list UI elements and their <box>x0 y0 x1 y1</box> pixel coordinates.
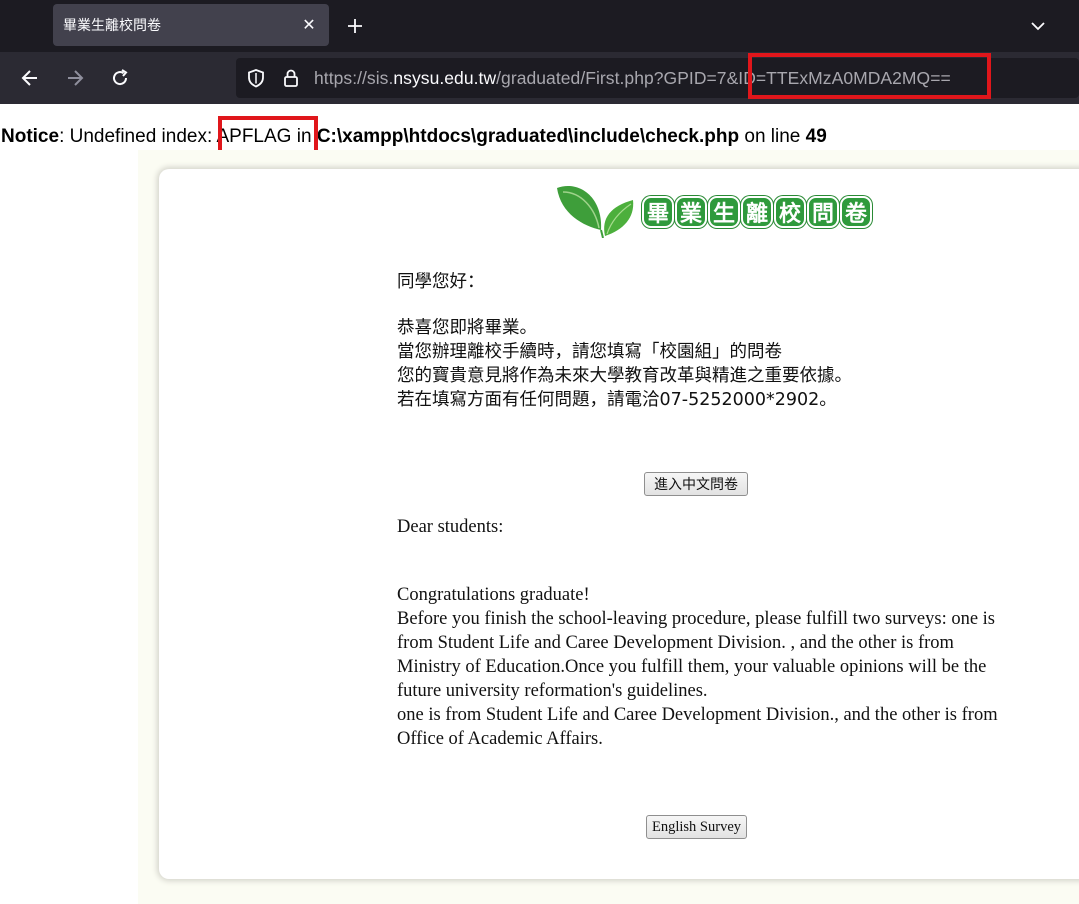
tab-title: 畢業生離校問卷 <box>63 17 161 33</box>
arrow-right-icon <box>68 70 84 86</box>
notice-path: C:\xampp\htdocs\graduated\include\check.… <box>316 126 740 147</box>
notice-line-number: 49 <box>805 126 827 147</box>
new-tab-button[interactable] <box>341 12 369 40</box>
tab-bar: 畢業生離校問卷 ✕ <box>0 0 1079 52</box>
browser-tab[interactable]: 畢業生離校問卷 ✕ <box>53 4 329 46</box>
logo-char: 畢 <box>642 196 674 228</box>
english-line: Congratulations graduate! <box>397 585 590 605</box>
chinese-greeting: 同學您好： <box>397 272 485 292</box>
plus-icon <box>348 19 362 33</box>
chevron-down-icon <box>1031 22 1045 31</box>
logo-char: 離 <box>741 196 773 228</box>
chinese-line: 若在填寫方面有任何問題，請電洽07-5252000*2902。 <box>397 390 837 410</box>
list-all-tabs-button[interactable] <box>1024 12 1052 40</box>
logo-title: 畢 業 生 離 校 問 卷 <box>642 196 872 228</box>
logo-char: 卷 <box>840 196 872 228</box>
url-host: nsysu.edu.tw <box>393 68 497 88</box>
english-line: Office of Academic Affairs. <box>397 729 603 749</box>
english-line: from Student Life and Caree Development … <box>397 633 954 653</box>
chinese-survey-button[interactable]: 進入中文問卷 <box>644 472 748 496</box>
english-line: one is from Student Life and Caree Devel… <box>397 705 998 725</box>
chinese-line: 當您辦理離校手續時，請您填寫「校園組」的問卷 <box>397 342 782 362</box>
logo-char: 校 <box>774 196 806 228</box>
shield-icon[interactable] <box>246 68 266 88</box>
survey-card <box>159 169 1079 879</box>
logo-char: 業 <box>675 196 707 228</box>
notice-line-text: on line <box>739 126 806 147</box>
reload-icon <box>113 69 128 86</box>
english-greeting: Dear students: <box>397 517 504 537</box>
php-notice: Notice: Undefined index: APFLAG in C:\xa… <box>1 126 827 148</box>
logo-char: 生 <box>708 196 740 228</box>
close-tab-icon[interactable]: ✕ <box>297 13 321 37</box>
back-button[interactable] <box>16 64 44 92</box>
english-line: future university reformation's guidelin… <box>397 681 708 701</box>
english-line: Ministry of Education.Once you fulfill t… <box>397 657 987 677</box>
notice-label: Notice <box>1 126 60 147</box>
notice-text: : Undefined index: <box>59 126 217 147</box>
logo-char: 問 <box>807 196 839 228</box>
url-prefix: https://sis. <box>314 68 394 88</box>
arrow-left-icon <box>21 70 37 86</box>
english-survey-button[interactable]: English Survey <box>646 815 747 839</box>
lock-icon[interactable] <box>281 68 301 88</box>
chinese-line: 您的寶貴意見將作為未來大學教育改革與精進之重要依據。 <box>397 366 852 386</box>
chinese-line: 恭喜您即將畢業。 <box>397 318 537 338</box>
url-id-highlight-box <box>748 53 991 99</box>
forward-button[interactable] <box>61 64 89 92</box>
reload-button[interactable] <box>106 64 134 92</box>
english-line: Before you finish the school-leaving pro… <box>397 609 996 629</box>
